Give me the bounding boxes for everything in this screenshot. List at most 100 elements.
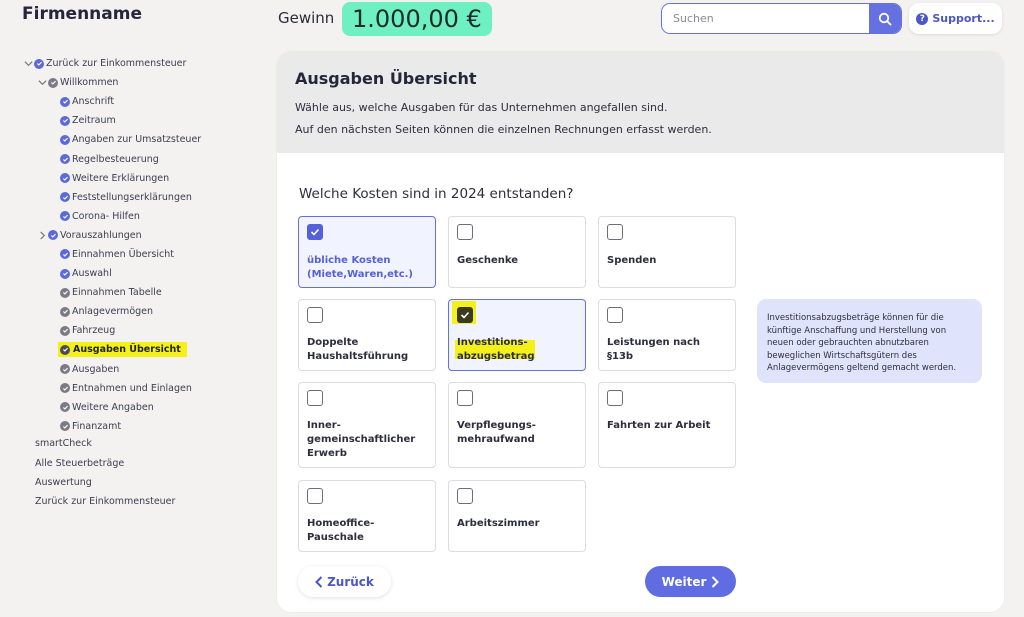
- check-circle-icon: [60, 306, 70, 317]
- option-label: Inner- gemeinschaftlicher Erwerb: [307, 420, 416, 459]
- tree-item-label: Regelbesteuerung: [72, 153, 159, 165]
- option-geschenke[interactable]: Geschenke: [448, 216, 586, 288]
- tree-item-einnahmen-tabelle[interactable]: Einnahmen Tabelle: [22, 283, 262, 302]
- tree-item-label: Auswahl: [72, 268, 112, 280]
- tree-item-entnahmen-einlagen[interactable]: Entnahmen und Einlagen: [22, 379, 262, 398]
- search-bar: [661, 3, 902, 34]
- checkbox-checked[interactable]: [457, 307, 473, 323]
- next-button[interactable]: Weiter: [645, 566, 736, 597]
- tree-item-ausgaben-uebersicht[interactable]: Ausgaben Übersicht: [22, 340, 262, 359]
- chevron-left-icon: [315, 575, 323, 588]
- check-circle-icon: [60, 325, 70, 336]
- option-homeoffice-pauschale[interactable]: Homeoffice- Pauschale: [298, 480, 436, 552]
- back-button[interactable]: Zurück: [298, 566, 391, 597]
- checkbox[interactable]: [457, 390, 473, 406]
- check-icon: [460, 311, 470, 319]
- checkbox[interactable]: [307, 488, 323, 504]
- tree-item-ausgaben[interactable]: Ausgaben: [22, 360, 262, 379]
- tree-item-zeitraum[interactable]: Zeitraum: [22, 111, 262, 130]
- support-button[interactable]: ? Support...: [909, 3, 1002, 34]
- sidebar-link-zurueck[interactable]: Zurück zur Einkommensteuer: [35, 496, 175, 507]
- check-circle-icon: [60, 154, 70, 165]
- option-spenden[interactable]: Spenden: [598, 216, 736, 288]
- tree-item-corona-hilfen[interactable]: Corona- Hilfen: [22, 207, 262, 226]
- option-investitionsabzugsbetrag[interactable]: Investitions- abzugsbetrag: [448, 299, 586, 371]
- tree-item-label: Fahrzeug: [72, 325, 116, 337]
- option-label: Arbeitszimmer: [457, 518, 540, 529]
- check-circle-icon: [60, 96, 70, 107]
- tree-item-label: Anlagevermögen: [72, 306, 154, 318]
- option-verpflegungsmehraufwand[interactable]: Verpflegungs- mehraufwand: [448, 382, 586, 468]
- check-circle-icon: [60, 421, 70, 432]
- chevron-down-icon[interactable]: [36, 78, 48, 87]
- tree-item-anlagevermoegen[interactable]: Anlagevermögen: [22, 302, 262, 321]
- option-leistungen-13b[interactable]: Leistungen nach §13b: [598, 299, 736, 371]
- option-label: übliche Kosten (Miete,Waren,etc.): [307, 255, 414, 280]
- checkbox[interactable]: [307, 390, 323, 406]
- check-circle-icon: [60, 134, 70, 145]
- option-label: Investitions- abzugsbetrag: [457, 337, 535, 362]
- option-fahrten-arbeit[interactable]: Fahrten zur Arbeit: [598, 382, 736, 468]
- tree-item-umsatzsteuer[interactable]: Angaben zur Umsatzsteuer: [22, 130, 262, 149]
- option-label: Leistungen nach §13b: [607, 337, 701, 362]
- checkbox[interactable]: [307, 307, 323, 323]
- tree-item-label: Finanzamt: [72, 420, 122, 432]
- checkbox[interactable]: [457, 488, 473, 504]
- page-title: Ausgaben Übersicht: [295, 69, 477, 88]
- checkbox[interactable]: [607, 307, 623, 323]
- tree-item-label: Einnahmen Tabelle: [72, 287, 162, 299]
- tree-item-fahrzeug[interactable]: Fahrzeug: [22, 321, 262, 340]
- check-circle-icon: [60, 364, 70, 375]
- question-text: Welche Kosten sind in 2024 entstanden?: [299, 186, 574, 202]
- sidebar-link-smartcheck[interactable]: smartCheck: [35, 438, 92, 449]
- option-doppelte-haushaltsfuehrung[interactable]: Doppelte Haushaltsführung: [298, 299, 436, 371]
- option-arbeitszimmer[interactable]: Arbeitszimmer: [448, 480, 586, 552]
- search-icon: [878, 12, 892, 26]
- check-circle-icon: [60, 268, 70, 279]
- chevron-down-icon[interactable]: [22, 59, 34, 68]
- check-circle-icon: [60, 192, 70, 203]
- tree-item-anschrift[interactable]: Anschrift: [22, 92, 262, 111]
- chevron-right-icon[interactable]: [36, 231, 48, 240]
- main-card: Ausgaben Übersicht Wähle aus, welche Aus…: [277, 51, 1004, 612]
- checkbox[interactable]: [457, 224, 473, 240]
- brand-name: Firmenname: [22, 4, 142, 24]
- tree-item-label: Feststellungserklärungen: [72, 191, 192, 203]
- search-input[interactable]: [662, 4, 869, 33]
- tree-item-vorauszahlungen[interactable]: Vorauszahlungen: [22, 226, 262, 245]
- check-circle-icon: [60, 211, 70, 222]
- tree-item-feststellungserklaerungen[interactable]: Feststellungserklärungen: [22, 188, 262, 207]
- tree-item-label: Corona- Hilfen: [72, 210, 140, 222]
- info-box: Investitionsabzugsbeträge können für die…: [757, 299, 982, 383]
- sidebar-link-steuerbetraege[interactable]: Alle Steuerbeträge: [35, 458, 124, 469]
- option-label: Verpflegungs- mehraufwand: [457, 420, 536, 445]
- card-header: Ausgaben Übersicht Wähle aus, welche Aus…: [277, 51, 1004, 153]
- tree-item-label: Entnahmen und Einlagen: [72, 382, 192, 394]
- option-uebliche-kosten[interactable]: übliche Kosten (Miete,Waren,etc.): [298, 216, 436, 288]
- check-circle-icon: [60, 344, 70, 355]
- checkbox[interactable]: [607, 224, 623, 240]
- option-innergemeinschaftlicher-erwerb[interactable]: Inner- gemeinschaftlicher Erwerb: [298, 382, 436, 468]
- sidebar-link-auswertung[interactable]: Auswertung: [35, 477, 92, 488]
- tree-item-willkommen[interactable]: Willkommen: [22, 73, 262, 92]
- check-circle-icon: [60, 115, 70, 126]
- gewinn-value: 1.000,00 €: [342, 2, 492, 36]
- tree-item-weitere-erklaerungen[interactable]: Weitere Erklärungen: [22, 169, 262, 188]
- tree-item-label: Zurück zur Einkommensteuer: [46, 58, 187, 70]
- check-circle-icon: [48, 230, 58, 241]
- tree-item-auswahl[interactable]: Auswahl: [22, 264, 262, 283]
- tree-item-finanzamt[interactable]: Finanzamt: [22, 417, 262, 436]
- tree-item-zurueck-einkommensteuer[interactable]: Zurück zur Einkommensteuer: [22, 54, 262, 73]
- tree-item-regelbesteuerung[interactable]: Regelbesteuerung: [22, 149, 262, 168]
- page-subtitle-1: Wähle aus, welche Ausgaben für das Unter…: [295, 101, 668, 114]
- checkbox-checked[interactable]: [307, 224, 323, 240]
- sidebar-tree: Zurück zur Einkommensteuer Willkommen An…: [22, 54, 262, 436]
- tree-item-label: Weitere Angaben: [72, 401, 154, 413]
- tree-item-label: Anschrift: [72, 96, 115, 108]
- tree-item-weitere-angaben[interactable]: Weitere Angaben: [22, 398, 262, 417]
- search-button[interactable]: [869, 4, 901, 33]
- checkbox[interactable]: [607, 390, 623, 406]
- tree-item-einnahmen-uebersicht[interactable]: Einnahmen Übersicht: [22, 245, 262, 264]
- check-circle-icon: [60, 383, 70, 394]
- page-subtitle-2: Auf den nächsten Seiten können die einze…: [295, 123, 712, 136]
